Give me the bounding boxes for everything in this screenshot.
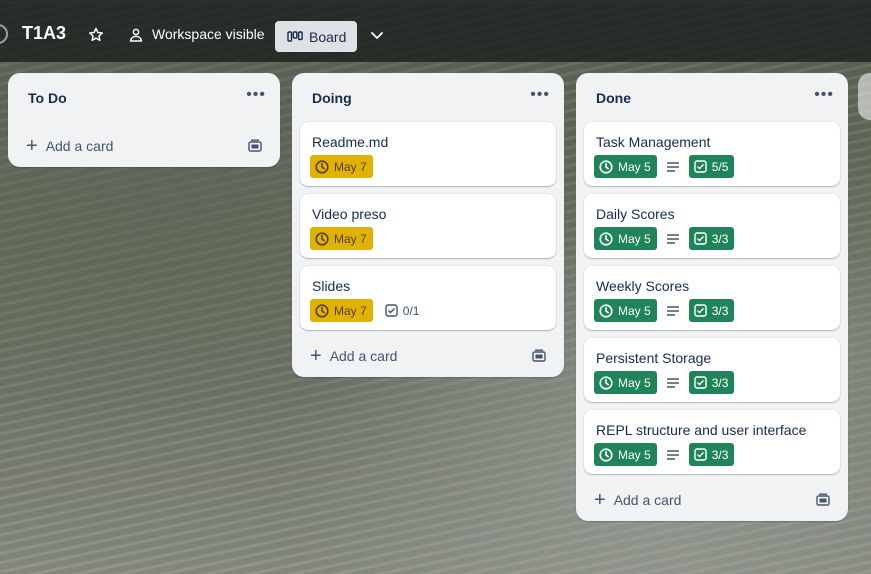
list-to-do: To Do ••• + Add a card: [8, 73, 280, 167]
checklist-badge: 3/3: [688, 371, 735, 394]
due-date-label: May 5: [618, 447, 651, 462]
add-list-button[interactable]: [858, 73, 871, 120]
checklist-count: 3/3: [711, 447, 729, 462]
due-date-label: May 5: [618, 231, 651, 246]
description-icon: [665, 447, 681, 463]
checklist-count: 3/3: [711, 231, 729, 246]
card-title: Task Management: [596, 134, 711, 150]
due-date-badge[interactable]: May 7: [310, 227, 373, 250]
clock-icon: [599, 375, 613, 390]
checklist-count: 0/1: [402, 303, 420, 318]
clock-icon: [315, 303, 329, 318]
description-icon: [665, 375, 681, 391]
card-title: Video preso: [312, 206, 387, 222]
list-title[interactable]: Done: [596, 90, 631, 106]
add-card-label: Add a card: [613, 492, 682, 508]
card[interactable]: Task Management May 5 5/5: [584, 122, 840, 186]
checklist-badge: 5/5: [688, 155, 735, 178]
card-title: Weekly Scores: [596, 278, 690, 294]
due-date-badge[interactable]: May 5: [594, 371, 657, 394]
description-icon: [665, 159, 681, 175]
board-header: T1A3 Workspace visible Board: [0, 0, 871, 62]
plus-icon: +: [26, 135, 38, 157]
description-icon: [665, 303, 681, 319]
list-menu-icon[interactable]: •••: [246, 86, 266, 104]
add-card-label: Add a card: [329, 348, 398, 364]
add-card-button[interactable]: + Add a card: [26, 135, 114, 157]
card-title: Persistent Storage: [596, 350, 712, 366]
due-date-badge[interactable]: May 5: [594, 155, 657, 178]
add-card-label: Add a card: [45, 138, 114, 154]
due-date-label: May 5: [618, 159, 651, 174]
due-date-label: May 5: [618, 375, 651, 390]
people-icon[interactable]: [127, 26, 145, 44]
due-date-label: May 7: [334, 159, 367, 174]
board-view-label: Board: [309, 28, 347, 45]
workspace-switcher-icon[interactable]: [0, 24, 8, 44]
card-title: Readme.md: [312, 134, 389, 150]
list-title[interactable]: To Do: [28, 90, 67, 106]
due-date-label: May 5: [618, 303, 651, 318]
card[interactable]: Daily Scores May 5 3/3: [584, 194, 840, 258]
card[interactable]: Persistent Storage May 5 3/3: [584, 338, 840, 402]
checkbox-icon: [693, 160, 707, 173]
card[interactable]: Weekly Scores May 5 3/3: [584, 266, 840, 330]
due-date-badge[interactable]: May 5: [594, 227, 657, 250]
add-card-button[interactable]: + Add a card: [310, 345, 398, 367]
card-title: Daily Scores: [596, 206, 675, 222]
due-date-label: May 7: [334, 231, 367, 246]
checkbox-icon: [384, 304, 398, 317]
visibility-button[interactable]: Workspace visible: [152, 26, 265, 42]
board-view-button[interactable]: Board: [275, 21, 357, 52]
due-date-badge[interactable]: May 5: [594, 299, 657, 322]
checkbox-icon: [693, 232, 707, 245]
star-icon[interactable]: [87, 26, 105, 44]
plus-icon: +: [594, 489, 606, 511]
board-icon: [287, 30, 303, 44]
card[interactable]: Video preso May 7: [300, 194, 556, 258]
due-date-label: May 7: [334, 303, 367, 318]
chevron-down-icon[interactable]: [368, 26, 386, 44]
checklist-count: 3/3: [711, 303, 729, 318]
clock-icon: [315, 231, 329, 246]
card-template-icon[interactable]: [532, 349, 546, 363]
board-title[interactable]: T1A3: [22, 23, 66, 44]
card[interactable]: Readme.md May 7: [300, 122, 556, 186]
description-icon: [665, 231, 681, 247]
checkbox-icon: [693, 448, 707, 461]
clock-icon: [599, 447, 613, 462]
clock-icon: [315, 159, 329, 174]
checklist-badge: 0/1: [381, 304, 424, 318]
checklist-count: 3/3: [711, 375, 729, 390]
card[interactable]: REPL structure and user interface May 5 …: [584, 410, 840, 474]
checklist-count: 5/5: [711, 159, 729, 174]
list-menu-icon[interactable]: •••: [530, 86, 550, 104]
card-title: REPL structure and user interface: [596, 422, 807, 438]
clock-icon: [599, 159, 613, 174]
checklist-badge: 3/3: [688, 227, 735, 250]
card[interactable]: Slides May 7 0/1: [300, 266, 556, 330]
due-date-badge[interactable]: May 7: [310, 155, 373, 178]
add-card-button[interactable]: + Add a card: [594, 489, 682, 511]
checkbox-icon: [693, 376, 707, 389]
due-date-badge[interactable]: May 5: [594, 443, 657, 466]
checkbox-icon: [693, 304, 707, 317]
list-done: Done ••• Task Management May 5 5/5 Daily…: [576, 73, 848, 521]
list-title[interactable]: Doing: [312, 90, 352, 106]
card-template-icon[interactable]: [248, 139, 262, 153]
checklist-badge: 3/3: [688, 443, 735, 466]
clock-icon: [599, 303, 613, 318]
card-template-icon[interactable]: [816, 493, 830, 507]
list-doing: Doing ••• Readme.md May 7 Video preso Ma…: [292, 73, 564, 377]
clock-icon: [599, 231, 613, 246]
checklist-badge: 3/3: [688, 299, 735, 322]
plus-icon: +: [310, 345, 322, 367]
list-menu-icon[interactable]: •••: [814, 86, 834, 104]
card-title: Slides: [312, 278, 351, 294]
due-date-badge[interactable]: May 7: [310, 299, 373, 322]
